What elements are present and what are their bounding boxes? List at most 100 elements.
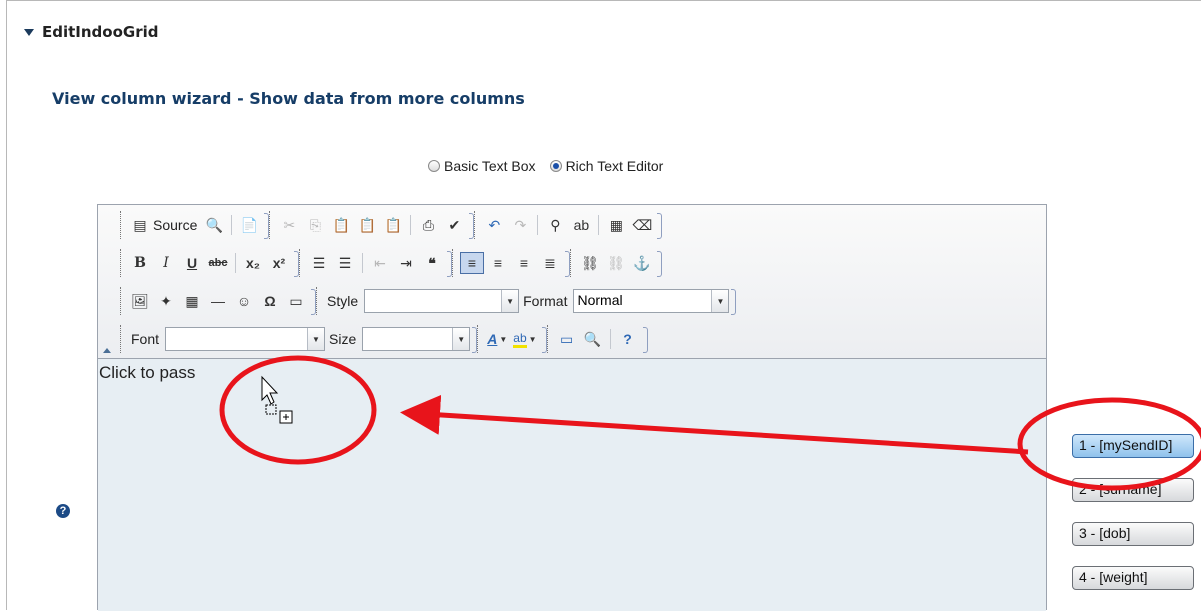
smiley-icon[interactable]: ☺	[232, 290, 256, 312]
separator	[235, 253, 236, 273]
size-label: Size	[329, 331, 357, 347]
edit-group: ↶ ↷ ⚲ ab ▦ ⌫	[474, 211, 663, 239]
paragraph-group: ☰ ☰ ⇤ ⇥ ❝	[299, 249, 452, 277]
superscript-icon[interactable]: x²	[267, 252, 291, 274]
italic-icon[interactable]: I	[154, 252, 178, 274]
flash-icon[interactable]: ✦	[154, 290, 178, 312]
source-button[interactable]: Source	[153, 217, 197, 233]
document-group: ▤ Source 🔍 📄	[120, 211, 270, 239]
maximize-icon[interactable]: ▭	[555, 328, 579, 350]
basic-styles-group: B I U abc x₂ x²	[120, 249, 299, 277]
templates-icon[interactable]: 📄	[237, 214, 261, 236]
paste-icon[interactable]: 📋	[329, 214, 353, 236]
font-group: Font ▼ Size ▼	[120, 325, 478, 353]
bold-icon[interactable]: B	[128, 252, 152, 274]
help-icon[interactable]: ?	[56, 504, 70, 518]
editor-toolbar: ▤ Source 🔍 📄 ✂ ⎘ 📋 📋 📋 ⎙ ✔ ↶ ↷ ⚲ ab ▦ ⌫ …	[98, 205, 1046, 359]
expand-triangle-icon[interactable]	[24, 28, 34, 36]
paste-text-icon[interactable]: 📋	[355, 214, 379, 236]
alignment-group: ≡ ≡ ≡ ≣	[452, 249, 570, 277]
separator	[609, 329, 611, 349]
size-value	[363, 328, 452, 350]
anchor-icon[interactable]: ⚓	[630, 252, 654, 274]
font-label: Font	[131, 331, 160, 347]
editor-mode-selector: Basic Text Box Rich Text Editor	[428, 158, 673, 174]
table-icon[interactable]: ▦	[180, 290, 204, 312]
find-icon[interactable]: ⚲	[543, 214, 567, 236]
redo-icon[interactable]: ↷	[508, 214, 532, 236]
copy-icon[interactable]: ⎘	[303, 214, 327, 236]
tools-group: ▭ 🔍 ?	[546, 325, 648, 353]
separator	[537, 215, 539, 235]
align-left-icon[interactable]: ≡	[460, 252, 484, 274]
undo-icon[interactable]: ↶	[482, 214, 506, 236]
subscript-icon[interactable]: x₂	[241, 252, 265, 274]
chevron-down-icon[interactable]: ▼	[501, 290, 519, 312]
rich-text-label[interactable]: Rich Text Editor	[566, 158, 664, 174]
font-value	[166, 328, 307, 350]
editor-content[interactable]: Click to pass	[98, 359, 1046, 611]
rich-text-radio[interactable]	[549, 160, 562, 172]
style-label: Style	[327, 293, 359, 309]
align-right-icon[interactable]: ≡	[512, 252, 536, 274]
separator	[598, 215, 600, 235]
basic-text-label[interactable]: Basic Text Box	[444, 158, 536, 174]
numbered-list-icon[interactable]: ☰	[307, 252, 331, 274]
links-group: ⛓ ⛓ ⚓	[570, 249, 662, 277]
section-toggle[interactable]: EditIndooGrid	[24, 23, 159, 41]
bg-color-icon[interactable]: ab ▼	[513, 331, 537, 348]
strike-icon[interactable]: abc	[206, 252, 230, 274]
image-icon[interactable]: 🖼	[128, 290, 152, 312]
paste-word-icon[interactable]: 📋	[381, 214, 405, 236]
toolbar-row-1: ▤ Source 🔍 📄 ✂ ⎘ 📋 📋 📋 ⎙ ✔ ↶ ↷ ⚲ ab ▦ ⌫	[120, 210, 663, 240]
toolbar-row-4: Font ▼ Size ▼ A ▼ ab ▼ ▭ 🔍 ?	[120, 324, 648, 354]
colors-group: A ▼ ab ▼	[477, 325, 547, 353]
chevron-down-icon[interactable]: ▼	[452, 328, 470, 350]
outdent-icon[interactable]: ⇤	[368, 252, 392, 274]
select-all-icon[interactable]: ▦	[604, 214, 628, 236]
spellcheck-icon[interactable]: ✔	[442, 214, 466, 236]
style-select[interactable]: ▼	[364, 289, 520, 313]
source-icon[interactable]: ▤	[128, 214, 152, 236]
horizontal-rule-icon[interactable]: ―	[206, 290, 230, 312]
column-button-3[interactable]: 3 - [dob]	[1072, 522, 1194, 546]
separator	[410, 215, 412, 235]
toolbar-row-2: B I U abc x₂ x² ☰ ☰ ⇤ ⇥ ❝ ≡ ≡ ≡ ≣ ⛓ ⛓ ⚓	[120, 248, 662, 278]
basic-text-radio[interactable]	[428, 160, 440, 172]
rich-text-editor: ▤ Source 🔍 📄 ✂ ⎘ 📋 📋 📋 ⎙ ✔ ↶ ↷ ⚲ ab ▦ ⌫ …	[97, 204, 1047, 611]
link-icon[interactable]: ⛓	[578, 252, 602, 274]
column-button-4[interactable]: 4 - [weight]	[1072, 566, 1194, 590]
column-button-2[interactable]: 2 - [surname]	[1072, 478, 1194, 502]
show-blocks-icon[interactable]: 🔍	[581, 328, 605, 350]
chevron-down-icon[interactable]: ▼	[307, 328, 325, 350]
justify-icon[interactable]: ≣	[538, 252, 562, 274]
replace-icon[interactable]: ab	[569, 214, 593, 236]
cut-icon[interactable]: ✂	[277, 214, 301, 236]
remove-format-icon[interactable]: ⌫	[630, 214, 654, 236]
size-select[interactable]: ▼	[362, 327, 471, 351]
text-color-icon[interactable]: A ▼	[487, 331, 507, 347]
toolbar-row-3: 🖼 ✦ ▦ ― ☺ Ω ▭ Style ▼ Format Normal ▼	[120, 286, 737, 316]
align-center-icon[interactable]: ≡	[486, 252, 510, 274]
collapse-toolbar-icon[interactable]	[103, 348, 111, 353]
preview-icon[interactable]: 🔍	[202, 214, 226, 236]
about-icon[interactable]: ?	[616, 328, 640, 350]
print-icon[interactable]: ⎙	[416, 214, 440, 236]
format-select[interactable]: Normal ▼	[573, 289, 730, 313]
editor-text[interactable]: Click to pass	[99, 363, 195, 383]
underline-icon[interactable]: U	[180, 252, 204, 274]
chevron-down-icon[interactable]: ▼	[711, 290, 729, 312]
page-break-icon[interactable]: ▭	[284, 290, 308, 312]
insert-group: 🖼 ✦ ▦ ― ☺ Ω ▭	[120, 287, 316, 315]
special-char-icon[interactable]: Ω	[258, 290, 282, 312]
unlink-icon[interactable]: ⛓	[604, 252, 628, 274]
format-value: Normal	[577, 292, 623, 308]
blockquote-icon[interactable]: ❝	[420, 252, 444, 274]
section-title: EditIndooGrid	[42, 23, 159, 41]
wizard-title: View column wizard - Show data from more…	[52, 89, 525, 108]
bulleted-list-icon[interactable]: ☰	[333, 252, 357, 274]
indent-icon[interactable]: ⇥	[394, 252, 418, 274]
styles-group: Style ▼ Format Normal ▼	[316, 287, 737, 315]
column-button-1[interactable]: 1 - [mySendID]	[1072, 434, 1194, 458]
font-select[interactable]: ▼	[165, 327, 326, 351]
